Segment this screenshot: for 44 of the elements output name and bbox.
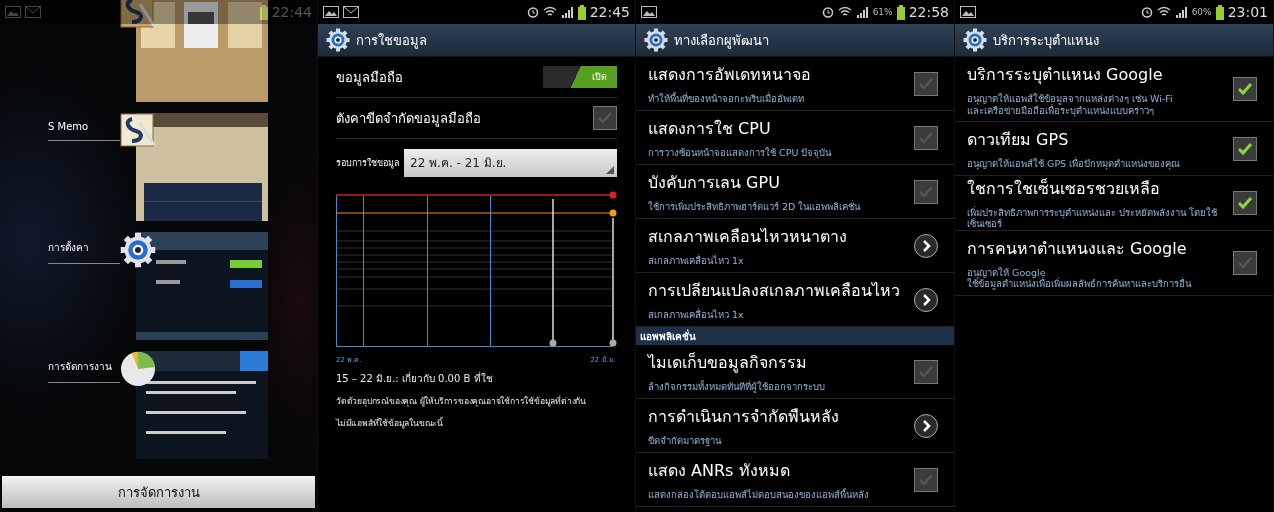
setting-description: สเกลภาพเคลื่อนไหว 1x	[648, 255, 745, 267]
setting-description: เพิ่มประสิทธิภาพการระบุตำแหน่งและ ประหยัดพลังงาน โดยใช้เซ็นเซอร์	[967, 207, 1219, 230]
setting-description: ขีดจำกัดมาตรฐาน	[648, 435, 723, 447]
battery-percent: 60%	[1191, 7, 1212, 17]
clock-time: 22:58	[908, 4, 949, 20]
setting-title: การคนหาตำแหนงและ Google	[967, 237, 1188, 260]
setting-title: แสดงการอัพเดทหนาจอ	[648, 64, 812, 87]
setting-title: ดาวเทียม GPS	[967, 129, 1070, 152]
setting-title: แสดงการใช CPU	[648, 118, 772, 141]
setting-label: ตังคาขีดจำกัดขอมูลมือถือ	[336, 109, 481, 129]
setting-description: ทำให้พื้นที่ของหน้าจอกะพริบเมื่ออัพเดท	[648, 93, 805, 105]
setting-label: ขอมูลมือถือ	[336, 68, 403, 88]
setting-title: สเกลภาพเคลือนไหวหนาตาง	[648, 226, 848, 249]
screen-title: บริการระบุตำแหนง	[993, 31, 1099, 51]
screen-title: ทางเลือกผูพัฒนา	[674, 31, 769, 51]
battery-percent: 61%	[872, 7, 893, 17]
setting-description: อนุญาตให้แอพส์ใช้ข้อมูลจากแหล่งต่างๆ เช่น Wi-Fi และเครือข่ายมือถือเพื่อระบุตำแหน่งแบบคร่าวๆ	[967, 93, 1174, 116]
clock-time: 23:01	[1227, 4, 1268, 20]
setting-description: การวางซ้อนหน้าจอแสดงการใช้ CPU ปัจจุบัน	[648, 147, 833, 159]
usage-summary: 15 – 22 มิ.ย.: เกี่ยวกับ 0.00 B ที่ใช	[336, 371, 494, 386]
setting-description: ล้างกิจกรรมทั้งหมดทันทีที่ผู้ใช้ออกจากระบบ	[648, 381, 826, 393]
app-name[interactable]: การจัดการงาน	[48, 359, 120, 383]
setting-title: แสดง ANRs ทังหมด	[648, 460, 791, 483]
app-name[interactable]: การตั้งคา	[48, 240, 120, 264]
setting-description: สเกลภาพเคลื่อนไหว 1x	[648, 309, 745, 321]
setting-title: ไมเดเก็บขอมูลกิจกรรม	[648, 351, 808, 375]
setting-title: การเปลียนแปลงสเกลภาพเคลือนไหว	[648, 280, 901, 303]
setting-description: อนุญาตให้ Google ใช้ข้อมูลตำแหน่งเพื่อเพิ่มผลลัพธ์การค้นหาและบริการอื่น	[967, 266, 1193, 290]
clock-time: 22:45	[589, 4, 630, 20]
setting-title: บริการระบุตำแหนง Google	[967, 64, 1164, 87]
setting-description: อนุญาตให้แอพส์ใช้ GPS เพื่อปักหมุดตำแหน่งของคุณ	[967, 158, 1182, 170]
section-header: แอพพลิเคชั่น	[636, 327, 954, 345]
field-label: รอบการใชขอมูล	[336, 157, 400, 170]
cycle-dropdown[interactable]: 22 พ.ค. - 21 มิ.ย.	[404, 149, 617, 177]
setting-description: แสดงกล่องโต้ตอบแอพส์ไม่ตอบสนองของแอพส์พื้นหลัง	[648, 489, 870, 501]
setting-description: ใช้การเพิ่มประสิทธิภาพฮาร์ดแวร์ 2D ในแอพพลิเคชั่น	[648, 201, 862, 213]
task-manager-button[interactable]: การจัดการงาน	[2, 476, 315, 508]
setting-title: ใชการใชเซ็นเซอรชวยเหลือ	[967, 177, 1161, 200]
note-text: วัดด้วยอุปกรณ์ของคุณ ผู้ให้บริการของคุณอาจใช้การใช้ข้อมูลที่ต่างกัน	[336, 394, 587, 408]
setting-title: บังคับการเลน GPU	[648, 172, 781, 195]
empty-message: ไม่มีแอพส์ที่ใช้ข้อมูลในขณะนี้	[336, 416, 444, 430]
setting-title: การดำเนินการจำกัดพืนหลัง	[648, 406, 840, 429]
clock-time: 22:44	[271, 4, 312, 20]
screen-title: การใชขอมูล	[356, 31, 427, 51]
